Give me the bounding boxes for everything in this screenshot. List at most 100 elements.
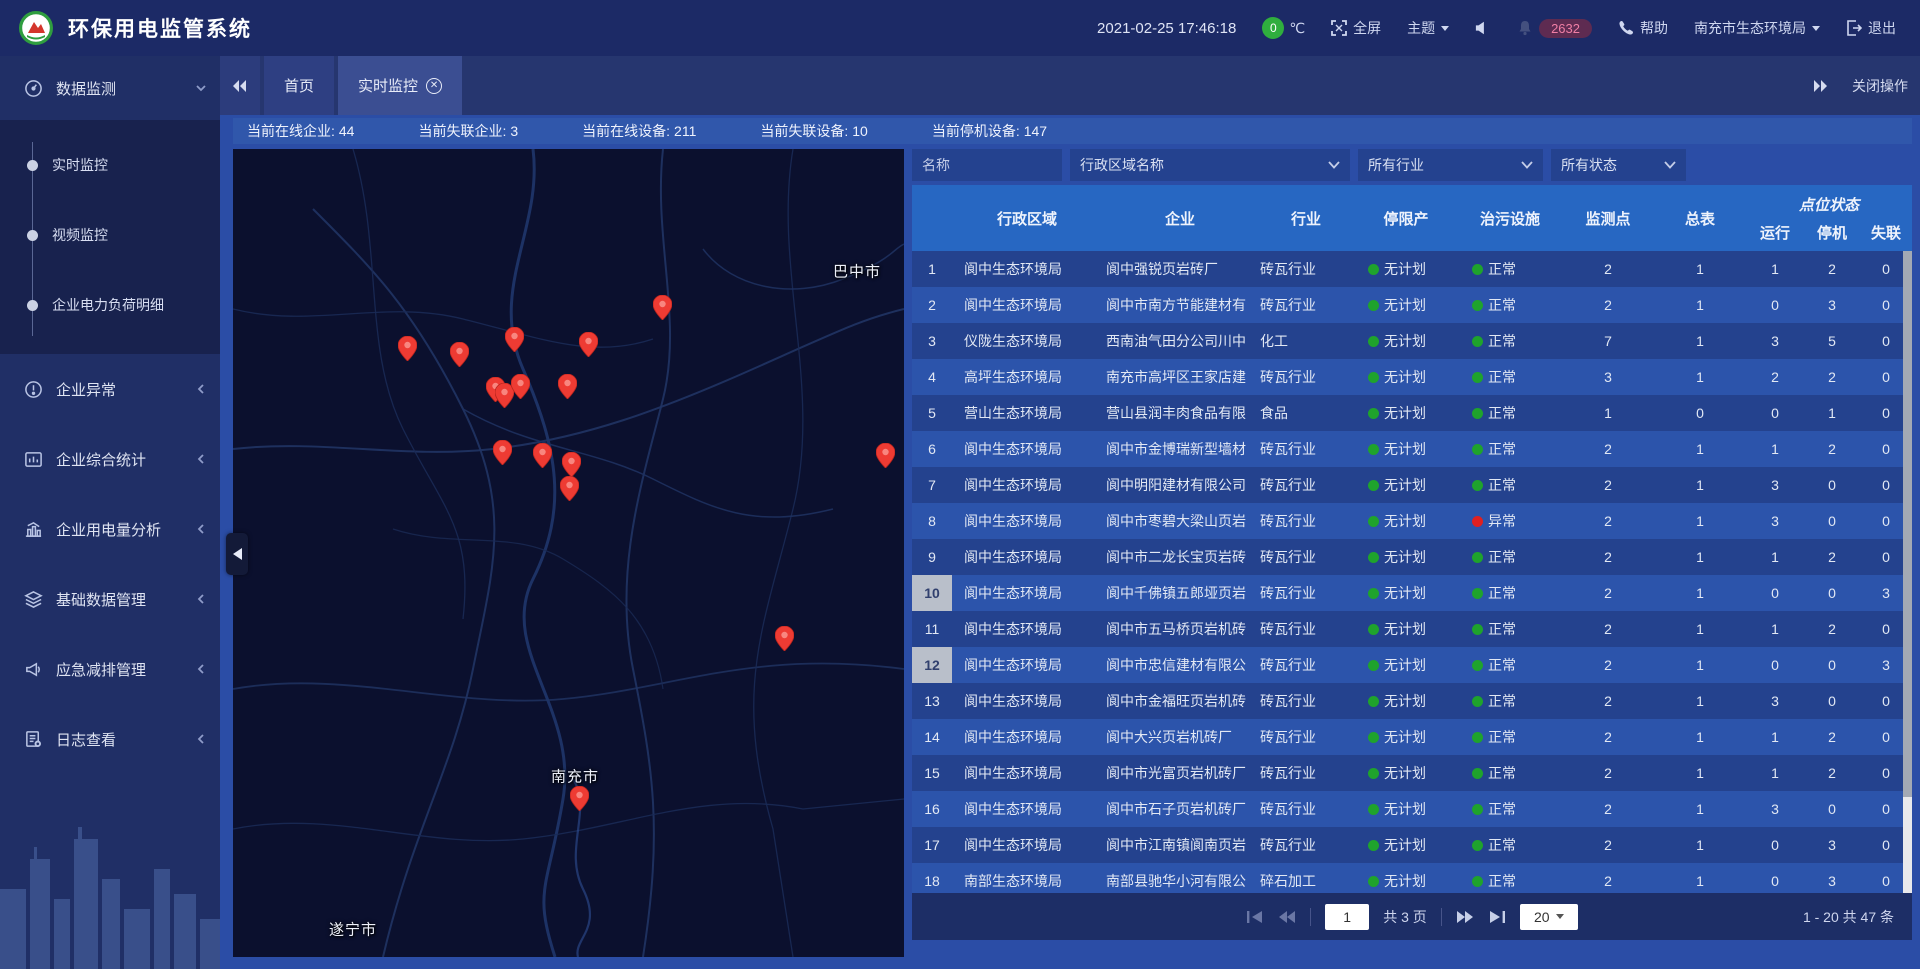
table-row[interactable]: 11 阆中生态环境局 阆中市五马桥页岩机砖 砖瓦行业 无计划 正常 2 1 1 … [912,611,1912,647]
close-operations-button[interactable]: 关闭操作 [1852,76,1908,96]
table-row[interactable]: 17 阆中生态环境局 阆中市江南镇阆南页岩 砖瓦行业 无计划 正常 2 1 0 … [912,827,1912,863]
table-row[interactable]: 5 营山生态环境局 营山县润丰肉食品有限 食品 无计划 正常 1 0 0 1 0 [912,395,1912,431]
row-industry: 砖瓦行业 [1258,691,1354,711]
map-pin-icon[interactable] [653,295,672,320]
table-row[interactable]: 2 阆中生态环境局 阆中市南方节能建材有 砖瓦行业 无计划 正常 2 1 0 3… [912,287,1912,323]
stat-offline-devices: 当前失联设备:10 [760,121,867,141]
record-range-label: 1 - 20 共 47 条 [1803,907,1894,927]
status-select[interactable]: 所有状态 [1551,149,1686,181]
map-panel[interactable]: 巴中市 南充市 遂宁市 [233,149,904,957]
row-index: 18 [912,863,952,893]
row-stopped-count: 0 [1804,477,1860,493]
table-row[interactable]: 3 仪陇生态环境局 西南油气田分公司川中 化工 无计划 正常 7 1 3 5 0 [912,323,1912,359]
sidebar-item-video-monitor[interactable]: 视频监控 [0,200,220,270]
status-dot-icon [1472,408,1483,419]
table-row[interactable]: 4 高坪生态环境局 南充市高坪区王家店建 砖瓦行业 无计划 正常 3 1 2 2… [912,359,1912,395]
table-row[interactable]: 15 阆中生态环境局 阆中市光富页岩机砖厂 砖瓦行业 无计划 正常 2 1 1 … [912,755,1912,791]
map-pin-icon[interactable] [560,476,579,501]
next-page-button[interactable] [1456,910,1474,924]
notification-bell[interactable]: 2632 [1517,19,1592,38]
table-row[interactable]: 14 阆中生态环境局 阆中大兴页岩机砖厂 砖瓦行业 无计划 正常 2 1 1 2… [912,719,1912,755]
prev-page-button[interactable] [1278,910,1296,924]
map-pin-icon[interactable] [450,342,469,367]
row-facility-status: 正常 [1458,727,1562,747]
pagination-bar: 共 3 页 20 1 - 20 共 47 条 [912,893,1912,940]
table-scrollbar[interactable] [1903,251,1912,893]
help-button[interactable]: 帮助 [1618,18,1668,38]
table-row[interactable]: 8 阆中生态环境局 阆中市枣碧大梁山页岩 砖瓦行业 无计划 异常 2 1 3 0… [912,503,1912,539]
app: 环保用电监管系统 2021-02-25 17:46:18 0 ℃ 全屏 主题 [0,0,1920,969]
table-row[interactable]: 9 阆中生态环境局 阆中市二龙长宝页岩砖 砖瓦行业 无计划 正常 2 1 1 2… [912,539,1912,575]
map-pin-icon[interactable] [533,443,552,468]
table-row[interactable]: 16 阆中生态环境局 阆中市石子页岩机砖厂 砖瓦行业 无计划 正常 2 1 3 … [912,791,1912,827]
col-stopped: 停机 [1804,222,1860,243]
close-tab-icon[interactable]: ✕ [426,78,442,94]
table-row[interactable]: 1 阆中生态环境局 阆中强锐页岩砖厂 砖瓦行业 无计划 正常 2 1 1 2 0 [912,251,1912,287]
sidebar-group-data-monitor[interactable]: 数据监测 [0,56,220,120]
table-row[interactable]: 6 阆中生态环境局 阆中市金博瑞新型墙材 砖瓦行业 无计划 正常 2 1 1 2… [912,431,1912,467]
row-stop-status: 无计划 [1354,403,1458,423]
table-row[interactable]: 7 阆中生态环境局 阆中明阳建材有限公司 砖瓦行业 无计划 正常 2 1 3 0… [912,467,1912,503]
map-pin-icon[interactable] [493,440,512,465]
sidebar-group-company-statistics[interactable]: 企业综合统计 [0,424,220,494]
sidebar-group-company-abnormal[interactable]: 企业异常 [0,354,220,424]
row-stop-status: 无计划 [1354,799,1458,819]
row-facility-status: 正常 [1458,619,1562,639]
map-pin-icon[interactable] [876,443,895,468]
tabs-scroll-left-button[interactable] [220,56,260,115]
table-row[interactable]: 12 阆中生态环境局 阆中市忠信建材有限公 砖瓦行业 无计划 正常 2 1 0 … [912,647,1912,683]
last-page-button[interactable] [1488,910,1506,924]
status-dot-icon [1368,552,1379,563]
row-industry: 砖瓦行业 [1258,475,1354,495]
page-number-input[interactable] [1325,904,1369,930]
row-industry: 砖瓦行业 [1258,799,1354,819]
sidebar-group-log-view[interactable]: 日志查看 [0,704,220,774]
chevron-left-icon [196,454,206,464]
sidebar-group-power-analysis[interactable]: 企业用电量分析 [0,494,220,564]
scrollbar-thumb[interactable] [1903,251,1912,797]
row-index: 10 [912,575,952,611]
tab-realtime-monitor[interactable]: 实时监控 ✕ [338,56,462,115]
map-pin-icon[interactable] [775,626,794,651]
sidebar-item-power-load-detail[interactable]: 企业电力负荷明细 [0,270,220,340]
sidebar-item-realtime-monitor[interactable]: 实时监控 [0,130,220,200]
stat-online-companies: 当前在线企业:44 [247,121,354,141]
map-pin-icon[interactable] [398,336,417,361]
name-search-input[interactable] [912,149,1062,181]
row-facility-status: 正常 [1458,691,1562,711]
map-pin-icon[interactable] [511,374,530,399]
industry-select[interactable]: 所有行业 [1358,149,1543,181]
sidebar-group-label: 基础数据管理 [56,589,146,610]
fullscreen-button[interactable]: 全屏 [1331,18,1381,38]
row-industry: 食品 [1258,403,1354,423]
map-pin-icon[interactable] [570,786,589,811]
double-chevron-right-icon[interactable] [1814,80,1828,92]
map-pin-icon[interactable] [558,374,577,399]
theme-dropdown[interactable]: 主题 [1407,18,1449,38]
status-dot-icon [1368,876,1379,887]
chevron-left-icon [233,548,242,560]
table-row[interactable]: 18 南部生态环境局 南部县驰华小河有限公 碎石加工 无计划 正常 2 1 0 … [912,863,1912,893]
row-company: 阆中市枣碧大梁山页岩 [1102,511,1258,531]
sidebar-group-base-data[interactable]: 基础数据管理 [0,564,220,634]
first-page-button[interactable] [1246,910,1264,924]
announcement-speaker-icon[interactable] [1475,20,1491,36]
org-dropdown[interactable]: 南充市生态环境局 [1694,18,1820,38]
map-collapse-toggle[interactable] [226,533,248,575]
table-row[interactable]: 13 阆中生态环境局 阆中市金福旺页岩机砖 砖瓦行业 无计划 正常 2 1 3 … [912,683,1912,719]
table-row[interactable]: 10 阆中生态环境局 阆中千佛镇五郎垭页岩 砖瓦行业 无计划 正常 2 1 0 … [912,575,1912,611]
logout-button[interactable]: 退出 [1846,18,1896,38]
region-select[interactable]: 行政区域名称 [1070,149,1350,181]
status-dot-icon [1472,444,1483,455]
map-pin-icon[interactable] [579,332,598,357]
map-pin-icon[interactable] [505,327,524,352]
row-running-count: 1 [1746,441,1804,457]
row-facility-status: 正常 [1458,367,1562,387]
row-stopped-count: 3 [1804,837,1860,853]
sidebar-group-emergency-reduction[interactable]: 应急减排管理 [0,634,220,704]
map-pin-icon[interactable] [562,452,581,477]
row-industry: 砖瓦行业 [1258,367,1354,387]
row-company: 阆中市五马桥页岩机砖 [1102,619,1258,639]
page-size-select[interactable]: 20 [1520,904,1578,930]
tab-home[interactable]: 首页 [264,56,334,115]
